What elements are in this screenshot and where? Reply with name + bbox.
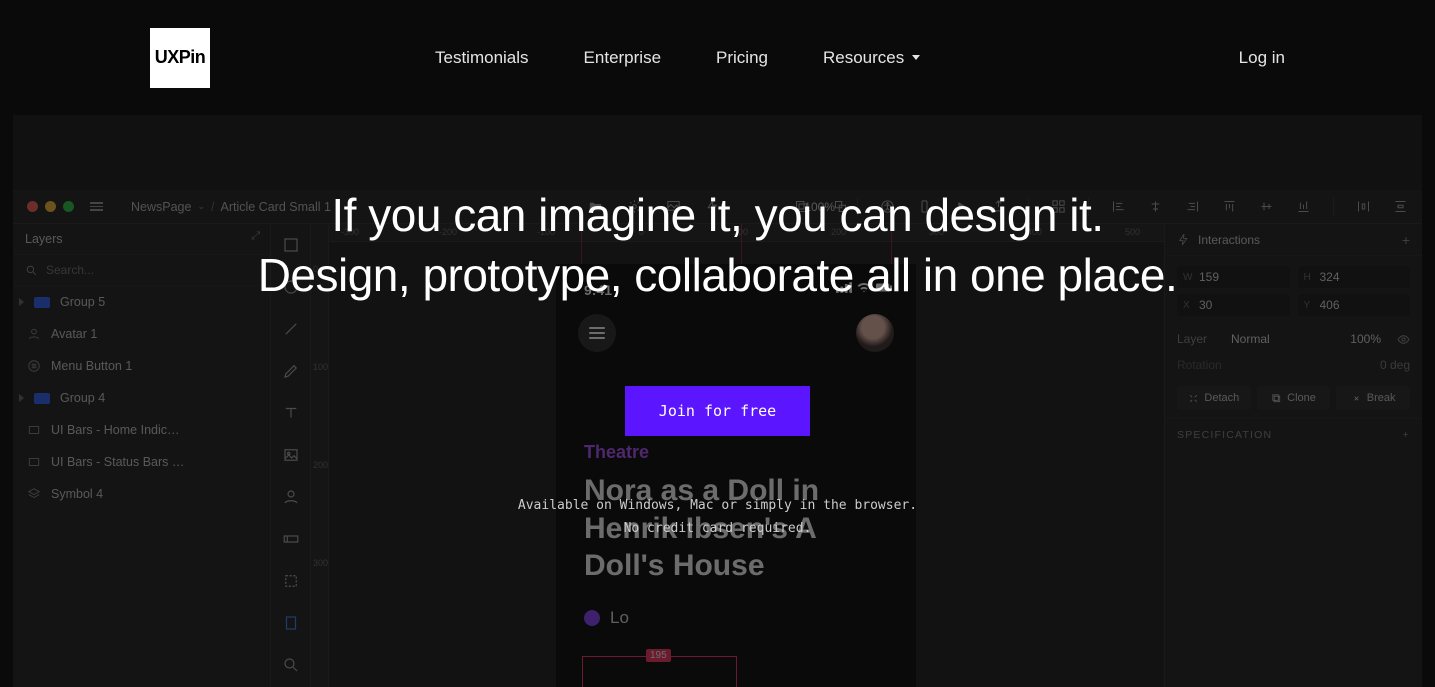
hero-subtext: Available on Windows, Mac or simply in t… bbox=[518, 494, 917, 541]
hero-headline: If you can imagine it, you can design it… bbox=[258, 186, 1178, 306]
top-nav: UXPin Testimonials Enterprise Pricing Re… bbox=[0, 0, 1435, 115]
nav-resources-label: Resources bbox=[823, 48, 904, 68]
hero-sub-line2: No credit card required. bbox=[518, 517, 917, 540]
hero-sub-line1: Available on Windows, Mac or simply in t… bbox=[518, 494, 917, 517]
login-link[interactable]: Log in bbox=[1239, 48, 1285, 68]
nav-pricing[interactable]: Pricing bbox=[716, 48, 768, 68]
nav-resources[interactable]: Resources bbox=[823, 48, 920, 68]
hero-line1: If you can imagine it, you can design it… bbox=[331, 189, 1103, 241]
hero-line2: Design, prototype, collaborate all in on… bbox=[258, 249, 1178, 301]
nav-testimonials[interactable]: Testimonials bbox=[435, 48, 529, 68]
nav-enterprise[interactable]: Enterprise bbox=[584, 48, 661, 68]
logo[interactable]: UXPin bbox=[150, 28, 210, 88]
nav-links: Testimonials Enterprise Pricing Resource… bbox=[435, 48, 920, 68]
cta-join-button[interactable]: Join for free bbox=[625, 386, 810, 436]
caret-down-icon bbox=[912, 55, 920, 60]
